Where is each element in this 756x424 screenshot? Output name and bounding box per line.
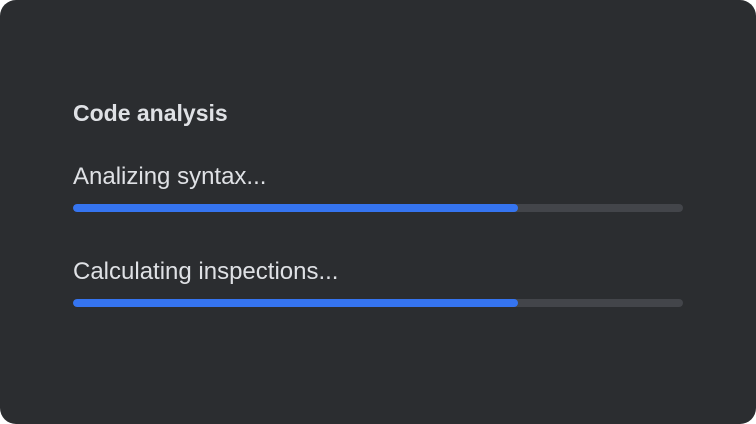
task-label-syntax: Analizing syntax... <box>73 163 267 190</box>
dialog-title: Code analysis <box>73 100 228 126</box>
progress-fill-inspections <box>73 299 519 307</box>
task-label-inspections: Calculating inspections... <box>73 258 339 285</box>
code-analysis-dialog: Code analysis Analizing syntax... Calcul… <box>0 0 756 424</box>
progress-bar-inspections <box>73 299 683 307</box>
progress-bar-syntax <box>73 204 683 212</box>
progress-fill-syntax <box>73 204 519 212</box>
